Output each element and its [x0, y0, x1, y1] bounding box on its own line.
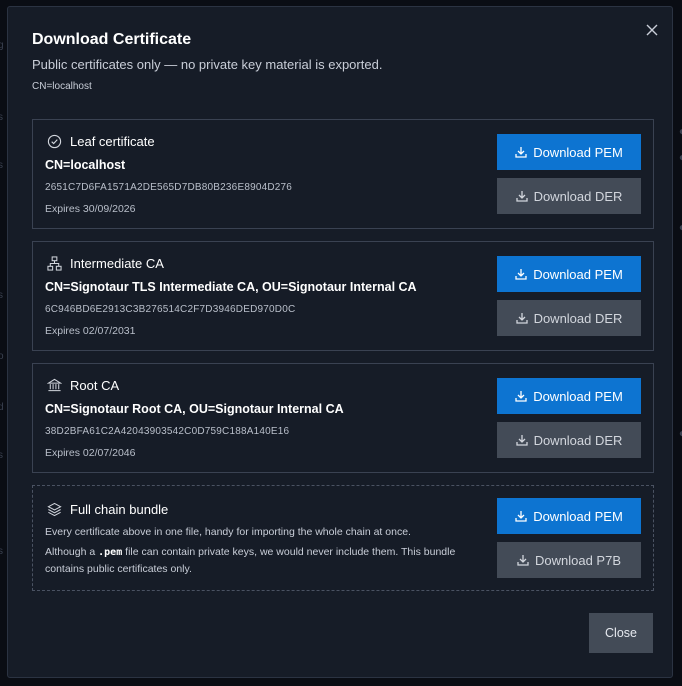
card-title: Full chain bundle [70, 501, 169, 517]
bank-icon [46, 377, 62, 393]
bundle-private-key-note: Although a .pem file can contain private… [45, 544, 465, 577]
background-text-fragment: o [0, 351, 4, 362]
certificate-expiry: Expires 30/09/2026 [45, 203, 136, 215]
certificate-subject: CN=Signotaur Root CA, OU=Signotaur Inter… [45, 402, 344, 416]
root-ca-card: Root CA CN=Signotaur Root CA, OU=Signota… [32, 363, 654, 473]
certificate-serial: 2651C7D6FA1571A2DE565D7DB80B236E8904D276 [45, 182, 293, 193]
download-icon [515, 312, 528, 324]
button-label: Download DER [533, 310, 623, 326]
certificate-expiry: Expires 02/07/2031 [45, 325, 136, 337]
close-icon[interactable] [642, 20, 662, 40]
download-icon [515, 390, 527, 402]
intermediate-ca-card: Intermediate CA CN=Signotaur TLS Interme… [32, 241, 654, 351]
certificate-subject: CN=Signotaur TLS Intermediate CA, OU=Sig… [45, 280, 417, 294]
background-text-fragment: s [0, 450, 3, 461]
button-label: Download DER [533, 432, 623, 448]
background-text-fragment: s [0, 290, 3, 301]
layers-icon [46, 501, 62, 517]
button-label: Download P7B [535, 552, 621, 568]
download-icon [515, 434, 528, 446]
certificate-subject: CN=localhost [45, 158, 126, 172]
bundle-description: Every certificate above in one file, han… [45, 526, 411, 538]
pem-extension-code: .pem [98, 547, 123, 558]
download-der-button[interactable]: Download DER [497, 422, 641, 458]
download-certificate-dialog: Download Certificate Public certificates… [7, 6, 673, 678]
download-icon [515, 190, 528, 202]
card-title: Root CA [70, 377, 120, 393]
button-label: Download PEM [533, 388, 623, 404]
download-icon [515, 146, 527, 158]
button-label: Download PEM [533, 266, 623, 282]
check-circle-icon [46, 133, 62, 149]
background-text-fragment: s [0, 160, 3, 171]
background-text-fragment: d [0, 402, 4, 413]
download-der-button[interactable]: Download DER [497, 178, 641, 214]
download-icon [515, 510, 527, 522]
download-pem-button[interactable]: Download PEM [497, 134, 641, 170]
note-text: Although a [45, 546, 99, 558]
download-der-button[interactable]: Download DER [497, 300, 641, 336]
background-text-fragment: s [0, 546, 3, 557]
button-label: Download PEM [533, 144, 623, 160]
download-icon [517, 554, 529, 566]
certificate-expiry: Expires 02/07/2046 [45, 447, 136, 459]
certificate-serial: 38D2BFA61C2A42043903542C0D759C188A140E16 [45, 426, 290, 437]
button-label: Download DER [533, 188, 623, 204]
hierarchy-icon [46, 255, 62, 271]
download-icon [515, 268, 527, 280]
background-text-fragment: s [0, 112, 3, 123]
certificate-serial: 6C946BD6E2913C3B276514C2F7D3946DED970D0C [45, 304, 296, 315]
download-bundle-p7b-button[interactable]: Download P7B [497, 542, 641, 578]
card-title: Intermediate CA [70, 255, 164, 271]
download-pem-button[interactable]: Download PEM [497, 378, 641, 414]
close-button[interactable]: Close [589, 613, 653, 653]
card-title: Leaf certificate [70, 133, 155, 149]
dialog-common-name: CN=localhost [32, 81, 92, 92]
download-pem-button[interactable]: Download PEM [497, 256, 641, 292]
full-chain-bundle-card: Full chain bundle Every certificate abov… [32, 485, 654, 591]
button-label: Download PEM [533, 508, 623, 524]
dialog-subtitle: Public certificates only — no private ke… [32, 57, 383, 72]
download-bundle-pem-button[interactable]: Download PEM [497, 498, 641, 534]
background-text-fragment: g [0, 40, 4, 51]
leaf-certificate-card: Leaf certificate CN=localhost 2651C7D6FA… [32, 119, 654, 229]
dialog-title: Download Certificate [32, 31, 192, 48]
